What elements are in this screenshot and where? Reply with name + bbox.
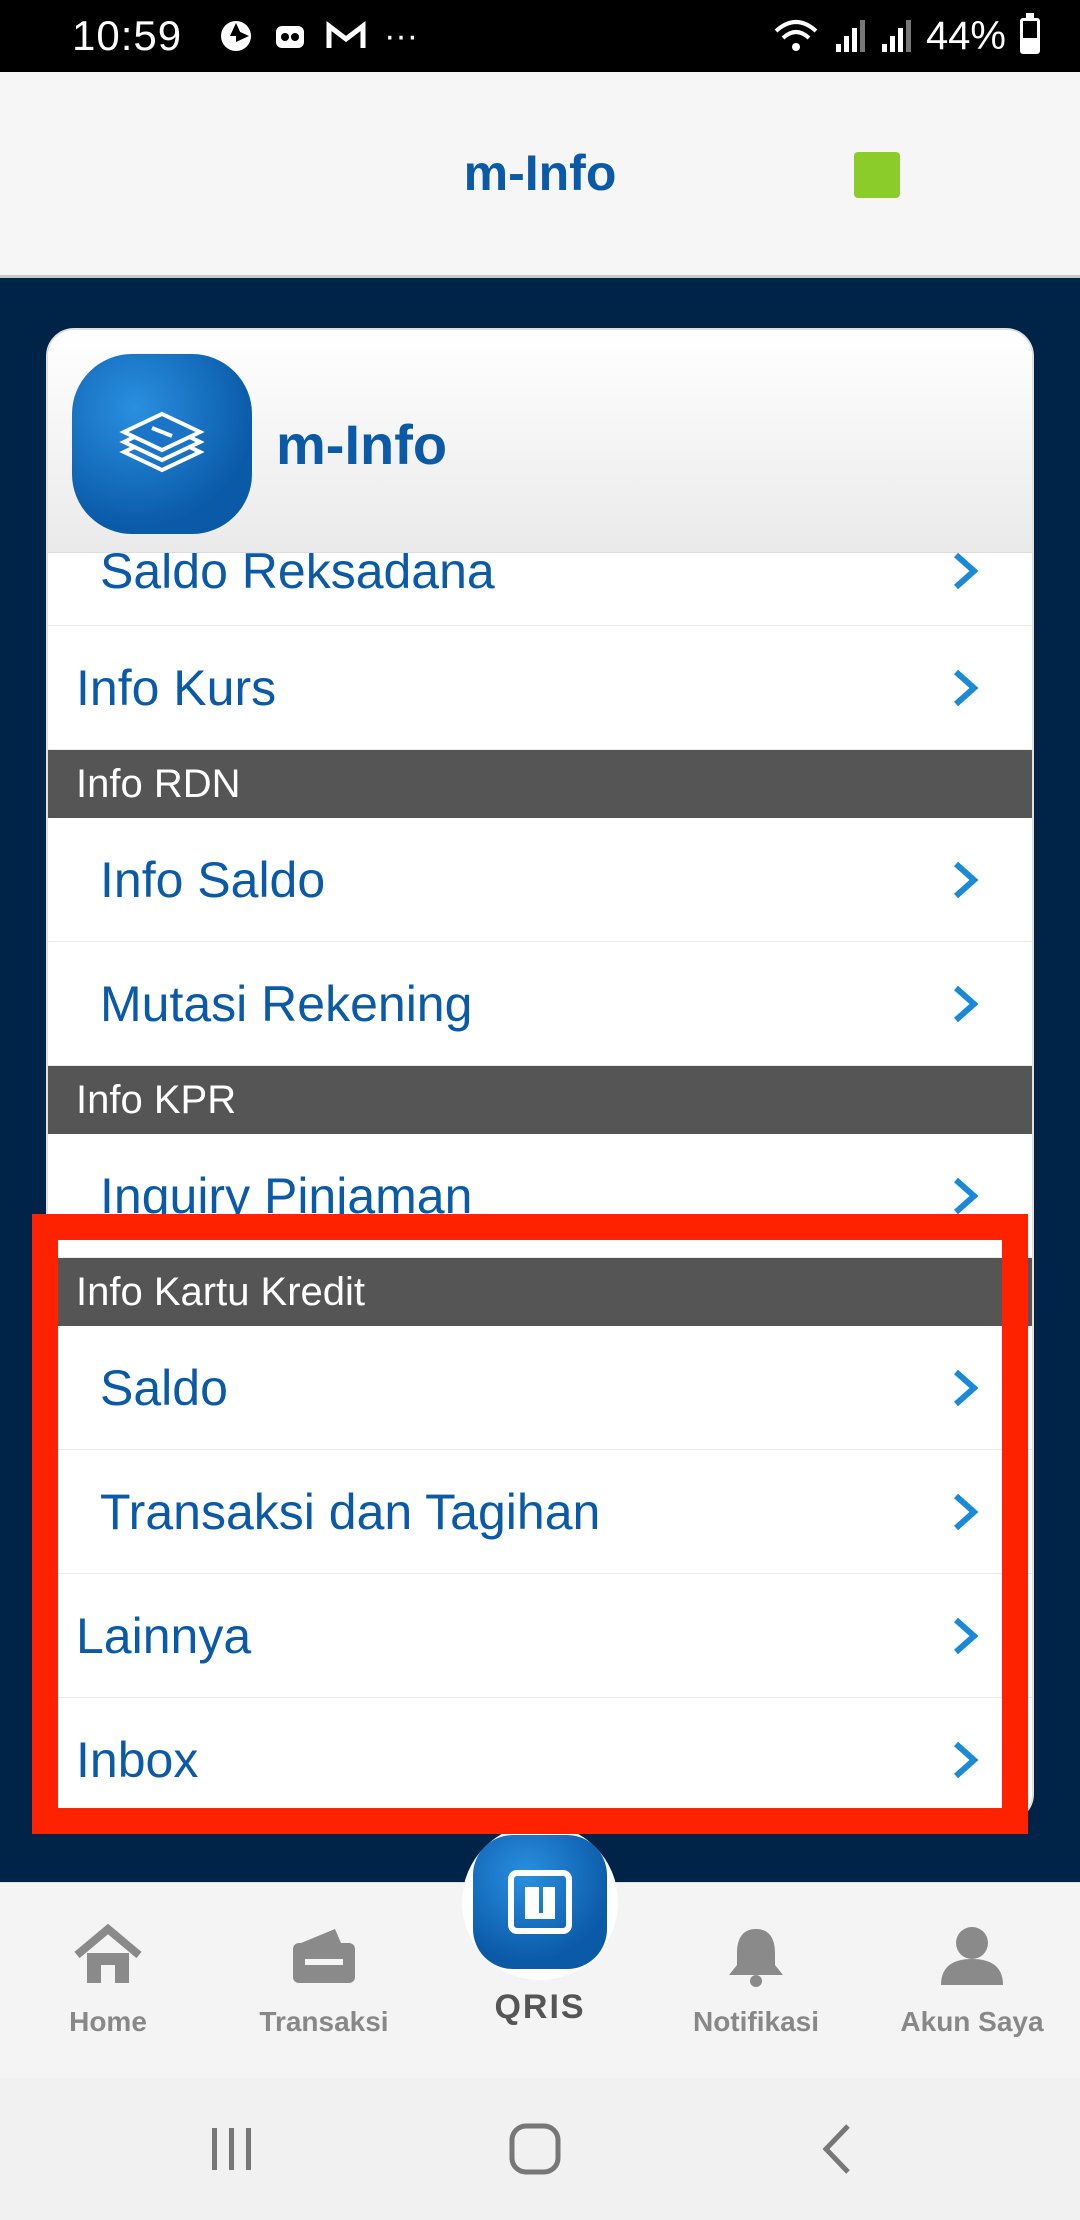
back-icon[interactable] — [818, 2122, 858, 2176]
qris-button[interactable] — [462, 1824, 618, 1980]
home-button-icon[interactable] — [508, 2122, 562, 2176]
system-nav — [0, 2078, 1080, 2220]
page-title: m-Info — [463, 145, 617, 201]
signal-icon-2 — [881, 20, 911, 52]
status-time: 10:59 — [72, 12, 183, 59]
menu-list: Saldo Reksadana Info Kurs Info RDN Info … — [48, 516, 1032, 1820]
card-header: m-Info — [48, 330, 1032, 553]
status-right: 44% — [772, 13, 1040, 59]
status-left-icons: ··· — [218, 17, 418, 56]
list-item-inbox[interactable]: Inbox — [48, 1698, 1032, 1820]
list-item-lainnya[interactable]: Lainnya — [48, 1574, 1032, 1698]
qris-scan-icon — [473, 1835, 607, 1969]
list-item-label: Transaksi dan Tagihan — [100, 1483, 601, 1540]
bell-icon — [729, 1929, 783, 1987]
list-item-info-saldo[interactable]: Info Saldo — [48, 818, 1032, 942]
chevron-right-icon — [954, 1617, 979, 1654]
list-item-label: Lainnya — [76, 1607, 252, 1664]
section-header-info-kpr: Info KPR — [48, 1066, 1032, 1134]
signal-icon-1 — [835, 20, 865, 52]
list-item-label: Info Kurs — [76, 659, 277, 716]
nav-label: Notifikasi — [692, 2006, 820, 2037]
chevron-right-icon — [954, 1741, 979, 1778]
list-item-info-kurs[interactable]: Info Kurs — [48, 626, 1032, 750]
card-title: m-Info — [276, 413, 448, 476]
list-item-mutasi-rekening[interactable]: Mutasi Rekening — [48, 942, 1032, 1066]
app-header: m-Info — [0, 72, 1080, 278]
chevron-right-icon — [954, 985, 979, 1022]
user-icon — [941, 1927, 1003, 1985]
notification-bot-icon — [276, 26, 305, 48]
list-item-transaksi-dan-tagihan[interactable]: Transaksi dan Tagihan — [48, 1450, 1032, 1574]
qris-label: QRIS — [494, 1988, 586, 2026]
chevron-right-icon — [954, 552, 979, 589]
chevron-right-icon — [954, 669, 979, 706]
list-item-label: Info Saldo — [100, 851, 326, 908]
m-info-logo-icon — [72, 354, 252, 534]
nav-item-transaksi[interactable]: Transaksi — [224, 1923, 424, 2038]
chevron-right-icon — [954, 1369, 979, 1406]
camera-shutter-icon — [221, 21, 252, 51]
nav-label: Akun Saya — [900, 2006, 1044, 2037]
recent-apps-icon[interactable] — [206, 2124, 258, 2174]
status-indicator — [854, 152, 900, 198]
list-item-label: Inbox — [76, 1731, 199, 1788]
list-item-label: Inquiry Pinjaman — [100, 1167, 473, 1224]
battery-percent: 44% — [925, 13, 1006, 58]
nav-label: Transaksi — [259, 2006, 389, 2037]
list-item-inquiry-pinjaman[interactable]: Inquiry Pinjaman — [48, 1134, 1032, 1258]
nav-item-notifikasi[interactable]: Notifikasi — [656, 1923, 856, 2038]
more-dots-icon: ··· — [384, 16, 419, 55]
status-bar: 10:59 ··· 44% — [0, 0, 1080, 72]
list-item-label: Saldo — [100, 1359, 228, 1416]
gmail-icon — [326, 20, 366, 48]
wifi-icon — [774, 20, 818, 51]
chevron-right-icon — [954, 861, 979, 898]
nav-item-home[interactable]: Home — [8, 1923, 208, 2038]
list-item-label: Mutasi Rekening — [100, 975, 473, 1032]
documents-icon — [119, 411, 205, 473]
nav-item-akun-saya[interactable]: Akun Saya — [872, 1923, 1072, 2038]
m-info-card: m-Info Saldo Reksadana Info Kurs Info RD… — [48, 330, 1032, 1820]
chevron-right-icon — [954, 1493, 979, 1530]
nav-label: Home — [69, 2006, 147, 2037]
section-header-info-rdn: Info RDN — [48, 750, 1032, 818]
chevron-right-icon — [954, 1177, 979, 1214]
battery-icon — [1020, 13, 1040, 54]
section-header-info-kartu-kredit: Info Kartu Kredit — [48, 1258, 1032, 1326]
list-item-saldo[interactable]: Saldo — [48, 1326, 1032, 1450]
home-icon — [74, 1923, 142, 1983]
wallet-icon — [293, 1929, 355, 1983]
